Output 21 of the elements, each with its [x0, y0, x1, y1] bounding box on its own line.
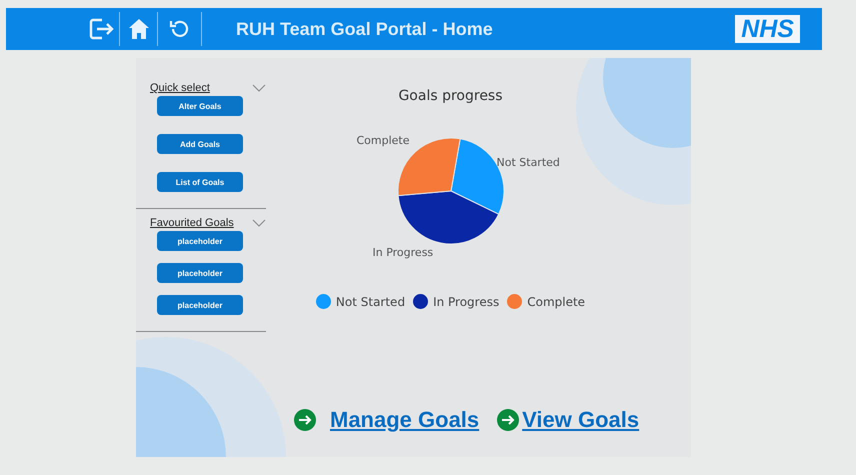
- goal-button[interactable]: placeholder: [157, 263, 243, 283]
- goal-button[interactable]: Alter Goals: [157, 96, 243, 116]
- goal-button[interactable]: placeholder: [157, 231, 243, 251]
- goal-button[interactable]: List of Goals: [157, 172, 243, 192]
- slice-label: Not Started: [496, 156, 560, 169]
- slice-label: In Progress: [372, 246, 434, 259]
- section-title: Favourited Goals: [150, 217, 234, 229]
- legend-label: Complete: [527, 294, 586, 308]
- legend-label: Not Started: [336, 294, 406, 308]
- goal-button[interactable]: Add Goals: [157, 134, 243, 154]
- nav-link[interactable]: View Goals: [522, 407, 640, 433]
- legend-label: In Progress: [433, 294, 500, 308]
- chevron-icon[interactable]: [252, 84, 266, 92]
- slice-label: Complete: [356, 134, 410, 147]
- chart-title: Goals progress: [398, 88, 503, 104]
- chevron-icon[interactable]: [252, 219, 266, 227]
- goal-button[interactable]: placeholder: [157, 295, 243, 315]
- nav-link[interactable]: Manage Goals: [330, 407, 480, 433]
- logo: NHS: [735, 15, 800, 43]
- section-title: Quick select: [150, 82, 210, 94]
- page-title: RUH Team Goal Portal - Home: [236, 18, 494, 40]
